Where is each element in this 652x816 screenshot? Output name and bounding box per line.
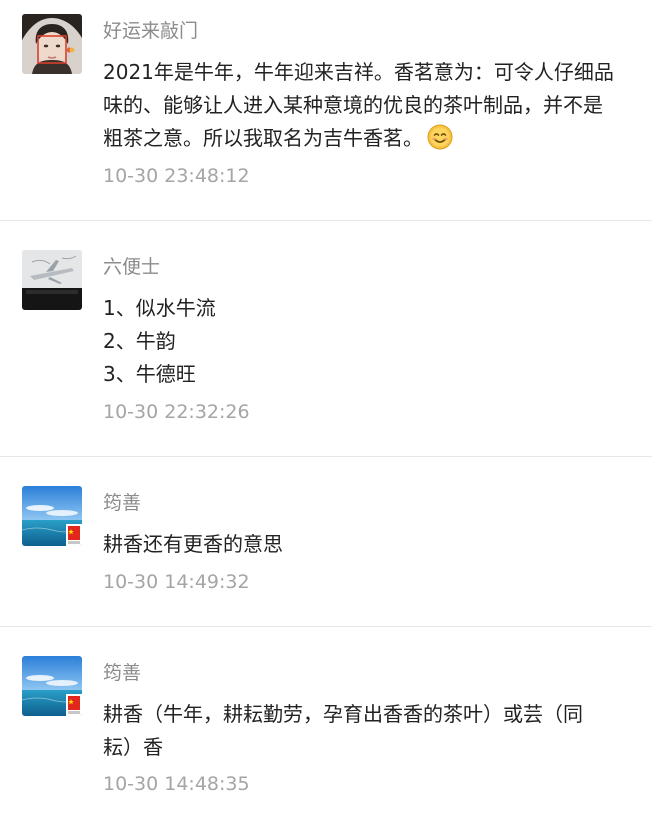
comment-line: 3、牛德旺 — [103, 362, 196, 386]
comment-list: 好运来敲门 2021年是牛年，牛年迎来吉祥。香茗意为：可令人仔细品 味的、能够让… — [0, 0, 652, 816]
comment-line: 2021年是牛年，牛年迎来吉祥。香茗意为：可令人仔细品 — [103, 60, 614, 84]
comment-item: 六便士 1、似水牛流 2、牛韵 3、牛德旺 10-30 22:32:26 — [0, 221, 652, 456]
comment-nickname[interactable]: 好运来敲门 — [103, 19, 198, 43]
smile-emoji-icon — [427, 124, 453, 160]
portrait-avatar-icon[interactable] — [22, 14, 82, 74]
comment-line: 耘）香 — [103, 735, 163, 759]
comment-line: 耕香还有更香的意思 — [103, 532, 283, 556]
comment-nickname[interactable]: 筠善 — [103, 661, 141, 685]
comment-line: 2、牛韵 — [103, 329, 176, 353]
comment-line: 1、似水牛流 — [103, 296, 216, 320]
comment-line-text: 粗茶之意。所以我取名为吉牛香茗。 — [103, 126, 423, 150]
comment-time: 10-30 14:49:32 — [103, 571, 250, 593]
comment-body: 2021年是牛年，牛年迎来吉祥。香茗意为：可令人仔细品 味的、能够让人进入某种意… — [103, 56, 648, 160]
comment-time: 10-30 22:32:26 — [103, 401, 250, 423]
comment-item: 筠善 耕香还有更香的意思 10-30 14:49:32 — [0, 457, 652, 626]
comment-item: 筠善 耕香（牛年，耕耘勤劳，孕育出香香的茶叶）或芸（同 耘）香 10-30 14… — [0, 627, 652, 816]
comment-nickname[interactable]: 六便士 — [103, 255, 160, 279]
comment-line: 味的、能够让人进入某种意境的优良的茶叶制品，并不是 — [103, 93, 603, 117]
comment-body: 耕香（牛年，耕耘勤劳，孕育出香香的茶叶）或芸（同 耘）香 — [103, 698, 648, 764]
comment-time: 10-30 14:48:35 — [103, 773, 250, 795]
comment-line: 粗茶之意。所以我取名为吉牛香茗。 — [103, 122, 648, 160]
comment-nickname[interactable]: 筠善 — [103, 491, 141, 515]
airplane-sketch-avatar-icon[interactable] — [22, 250, 82, 310]
comment-body: 1、似水牛流 2、牛韵 3、牛德旺 — [103, 292, 648, 391]
sea-sky-avatar-icon[interactable] — [22, 656, 82, 716]
sea-sky-avatar-icon[interactable] — [22, 486, 82, 546]
comment-time: 10-30 23:48:12 — [103, 165, 250, 187]
comment-body: 耕香还有更香的意思 — [103, 528, 648, 561]
comment-line: 耕香（牛年，耕耘勤劳，孕育出香香的茶叶）或芸（同 — [103, 702, 583, 726]
comment-item: 好运来敲门 2021年是牛年，牛年迎来吉祥。香茗意为：可令人仔细品 味的、能够让… — [0, 0, 652, 220]
